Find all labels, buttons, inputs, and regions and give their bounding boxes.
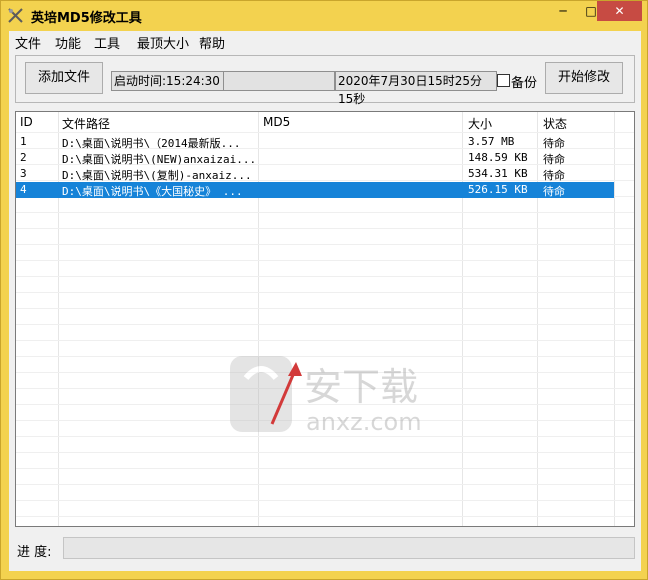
app-tool-icon [7,7,25,25]
backup-checkbox[interactable] [497,74,510,87]
menu-file[interactable]: 文件 [15,33,41,52]
grid-line [16,324,634,325]
grid-line [16,228,634,229]
grid-line [16,244,634,245]
col-size[interactable]: 大小 [468,115,492,132]
file-table[interactable]: ID 文件路径 MD5 大小 状态 1 D:\桌面\说明书\（2014最新版..… [15,111,635,527]
cell-size: 3.57 MB [468,135,515,148]
client-area: 添加文件 启动时间:15:24:30 2020年7月30日15时25分15秒 备… [9,53,641,571]
menu-tools[interactable]: 工具 [94,33,120,52]
grid-line [16,500,634,501]
grid-line [16,292,634,293]
cell-path: D:\桌面\说明书\（2014最新版... [62,137,241,150]
title-bar[interactable]: 英培MD5修改工具 ─ □ ✕ [1,1,647,31]
grid-line [16,452,634,453]
grid-line [16,132,634,133]
close-button[interactable]: ✕ [597,1,642,21]
grid-line [16,436,634,437]
cell-path: D:\桌面\说明书\(NEW)anxaizai... [62,153,256,166]
grid-line [16,212,634,213]
table-row[interactable]: 1 D:\桌面\说明书\（2014最新版... 3.57 MB 待命 [16,134,614,150]
cell-size: 534.31 KB [468,167,528,180]
grid-line [16,516,634,517]
cell-size: 148.59 KB [468,151,528,164]
menu-function[interactable]: 功能 [55,33,81,52]
grid-line [16,468,634,469]
grid-line [16,260,634,261]
cell-path: D:\桌面\说明书\《大国秘史》 ... [62,185,243,198]
cell-status: 待命 [543,185,565,198]
toolbar: 添加文件 启动时间:15:24:30 2020年7月30日15时25分15秒 备… [15,55,635,106]
cell-id: 3 [20,167,27,180]
col-status[interactable]: 状态 [543,115,567,132]
cell-status: 待命 [543,153,565,166]
cell-id: 1 [20,135,27,148]
backup-label: 备份 [511,76,538,91]
grid-line [16,340,634,341]
cell-path: D:\桌面\说明书\(复制)-anxaiz... [62,169,252,182]
watermark-cn-text: 安下载 [304,365,418,409]
col-md5[interactable]: MD5 [263,115,290,129]
cell-id: 4 [20,183,27,196]
table-row[interactable]: 3 D:\桌面\说明书\(复制)-anxaiz... 534.31 KB 待命 [16,166,614,182]
watermark-logo: 安下载 anxz.com [230,356,422,436]
cell-id: 2 [20,151,27,164]
cell-status: 待命 [543,137,565,150]
col-path[interactable]: 文件路径 [62,115,110,132]
start-modify-button[interactable]: 开始修改 [545,62,623,94]
add-file-button[interactable]: 添加文件 [25,62,103,94]
grid-line [16,276,634,277]
window-title: 英培MD5修改工具 [31,11,142,26]
app-window: 英培MD5修改工具 ─ □ ✕ 文件 功能 工具 最顶大小 帮助 添加文件 启动… [0,0,648,580]
table-row[interactable]: 2 D:\桌面\说明书\(NEW)anxaizai... 148.59 KB 待… [16,150,614,166]
menu-help[interactable]: 帮助 [199,33,225,52]
grid-line [614,112,615,526]
cell-status: 待命 [543,169,565,182]
cell-size: 526.15 KB [468,183,528,196]
datetime-field: 2020年7月30日15时25分15秒 [335,71,497,106]
start-time-field: 启动时间:15:24:30 [111,71,225,91]
grid-line [16,484,634,485]
grid-line [16,308,634,309]
menu-top-size[interactable]: 最顶大小 [137,33,189,52]
annotation-arrow-icon [270,362,302,425]
watermark-en-text: anxz.com [306,408,422,436]
blank-status-field [223,71,335,91]
table-header: ID 文件路径 MD5 大小 状态 [16,112,634,132]
col-id[interactable]: ID [20,115,33,129]
table-row-selected[interactable]: 4 D:\桌面\说明书\《大国秘史》 ... 526.15 KB 待命 [16,182,614,198]
progress-label: 进 度: [17,545,52,560]
minimize-button[interactable]: ─ [549,1,577,21]
menu-bar: 文件 功能 工具 最顶大小 帮助 [9,31,641,53]
progress-bar [63,537,635,559]
